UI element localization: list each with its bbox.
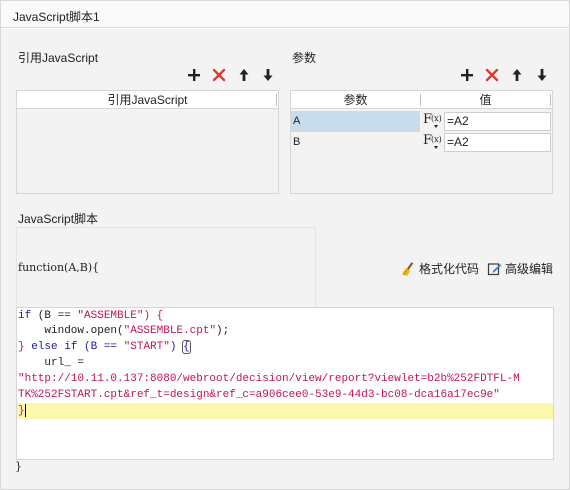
column-divider <box>550 94 551 106</box>
code-token: "ASSEMBLE.cpt" <box>123 325 217 337</box>
text-cursor <box>24 403 26 417</box>
code-line: window.open("ASSEMBLE.cpt"); <box>18 323 229 339</box>
column-divider <box>276 94 277 106</box>
param-name[interactable]: A <box>291 111 300 132</box>
code-token: else if <box>24 341 78 353</box>
add-icon[interactable] <box>185 66 203 84</box>
chevron-down-icon <box>434 146 438 149</box>
param-value-field[interactable]: =A2 <box>444 112 551 131</box>
code-line: } else if (B == "START") { <box>18 339 191 355</box>
matched-brace: { <box>182 340 191 354</box>
chevron-down-icon <box>434 125 438 128</box>
broom-icon <box>402 261 414 276</box>
code-token: } <box>18 341 25 353</box>
code-token: TK%252FSTART.cpt&ref_t=design&ref_c=a906… <box>18 389 500 401</box>
move-down-icon[interactable] <box>533 66 551 84</box>
move-up-icon[interactable] <box>508 66 526 84</box>
referenced-js-column-header: 引用JavaScript <box>107 93 188 107</box>
code-token: if <box>18 310 32 322</box>
code-line: if (B == "ASSEMBLE") { <box>18 308 163 324</box>
format-code-label: 格式化代码 <box>419 262 480 276</box>
param-value-field[interactable]: =A2 <box>444 133 551 152</box>
code-token: "ASSEMBLE" <box>77 310 144 322</box>
code-token: ) { <box>143 310 164 322</box>
move-up-icon[interactable] <box>235 66 253 84</box>
delete-icon[interactable] <box>210 66 228 84</box>
code-line: url_ = <box>18 355 84 371</box>
param-name[interactable]: B <box>291 132 300 153</box>
referenced-js-label: 引用JavaScript <box>18 51 99 65</box>
delete-icon[interactable] <box>483 66 501 84</box>
code-line: "http://10.11.0.137:8080/webroot/decisio… <box>18 371 520 387</box>
function-closing-brace: } <box>15 460 22 473</box>
params-label: 参数 <box>292 51 317 65</box>
code-token: ); <box>216 325 230 337</box>
move-down-icon[interactable] <box>259 66 277 84</box>
code-line: TK%252FSTART.cpt&ref_t=design&ref_c=a906… <box>18 387 500 403</box>
row-selection-highlight <box>291 111 420 132</box>
code-token: } <box>18 405 25 417</box>
format-code-button[interactable]: 格式化代码 <box>400 260 479 277</box>
table-row[interactable]: A F (x) =A2 <box>291 111 552 132</box>
formula-icon[interactable]: F (x) <box>421 112 443 131</box>
code-editor[interactable]: if (B == "ASSEMBLE") { window.open("ASSE… <box>16 307 554 460</box>
code-token: "START" <box>123 341 170 353</box>
formula-icon[interactable]: F (x) <box>421 133 443 152</box>
window-title: JavaScript脚本1 <box>13 10 100 24</box>
params-column-value: 值 <box>479 93 492 107</box>
referenced-js-header: 引用JavaScript <box>17 91 278 109</box>
advanced-edit-button[interactable]: 高级编辑 <box>487 260 553 277</box>
title-bar: JavaScript脚本1 <box>1 1 569 28</box>
code-token: ) <box>169 341 184 353</box>
code-token: (B == <box>77 341 124 353</box>
params-column-name: 参数 <box>343 93 368 107</box>
code-token: "http://10.11.0.137:8080/webroot/decisio… <box>18 373 520 385</box>
current-line: } <box>17 403 553 419</box>
code-token: (B == <box>31 310 78 322</box>
edit-icon <box>487 263 502 276</box>
add-icon[interactable] <box>458 66 476 84</box>
code-token: window.open( <box>18 325 124 337</box>
script-label: JavaScript脚本 <box>18 212 99 226</box>
function-signature: function(A,B){ <box>18 261 100 274</box>
referenced-js-table[interactable]: 引用JavaScript <box>16 90 279 194</box>
dialog-body: 引用JavaScript 引用JavaScript 参数 参数 值 A F (x… <box>1 29 569 489</box>
code-token: url_ = <box>18 357 85 369</box>
advanced-edit-label: 高级编辑 <box>505 262 554 276</box>
params-header: 参数 值 <box>291 91 552 109</box>
params-table[interactable]: 参数 值 A F (x) =A2 B F (x) =A2 <box>290 90 553 194</box>
table-row[interactable]: B F (x) =A2 <box>291 132 552 153</box>
